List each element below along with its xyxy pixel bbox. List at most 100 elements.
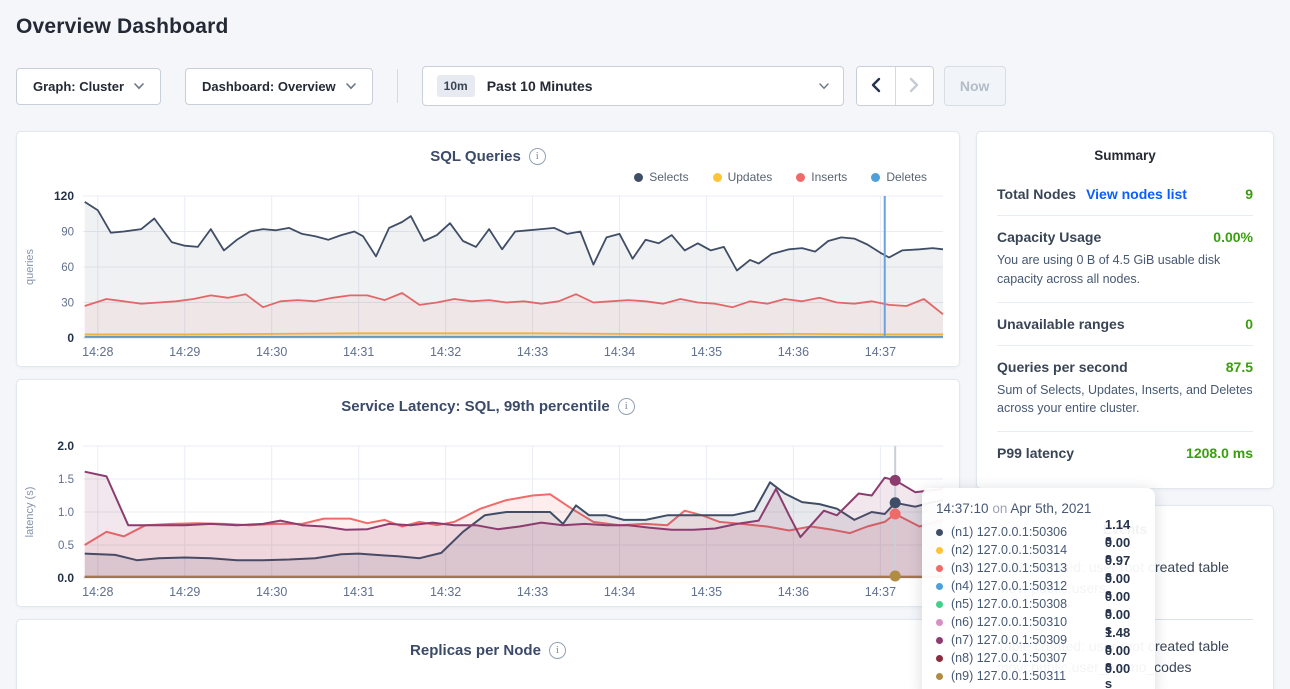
summary-value: 0.00% bbox=[1213, 229, 1253, 245]
svg-text:14:33: 14:33 bbox=[517, 585, 548, 599]
svg-text:14:28: 14:28 bbox=[82, 585, 113, 599]
graph-dropdown[interactable]: Graph: Cluster bbox=[16, 68, 161, 105]
sql-queries-chart[interactable]: 030609012014:2814:2914:3014:3114:3214:33… bbox=[19, 188, 959, 366]
info-icon[interactable] bbox=[529, 148, 546, 165]
series-dot-icon bbox=[936, 655, 943, 662]
view-nodes-link[interactable]: View nodes list bbox=[1086, 186, 1187, 202]
divider bbox=[397, 69, 398, 103]
svg-text:30: 30 bbox=[61, 298, 74, 310]
chevron-down-icon bbox=[346, 83, 356, 90]
sql-queries-title: SQL Queries bbox=[430, 148, 521, 165]
sql-queries-card: SQL Queries Selects Updates Inserts Deletes… bbox=[16, 131, 960, 367]
summary-label: Unavailable ranges bbox=[997, 316, 1125, 332]
summary-value: 9 bbox=[1245, 186, 1253, 202]
svg-text:120: 120 bbox=[54, 189, 74, 203]
legend-label: Inserts bbox=[811, 170, 847, 184]
svg-text:0: 0 bbox=[67, 331, 74, 345]
svg-text:14:35: 14:35 bbox=[691, 585, 722, 599]
chart-tooltip: 14:37:10 on Apr 5th, 2021 (n1) 127.0.0.1… bbox=[922, 488, 1155, 689]
svg-text:14:29: 14:29 bbox=[169, 345, 200, 359]
svg-text:14:36: 14:36 bbox=[778, 345, 809, 359]
svg-text:1.0: 1.0 bbox=[58, 507, 74, 519]
charts-column: SQL Queries Selects Updates Inserts Deletes… bbox=[16, 131, 960, 689]
sql-queries-legend: Selects Updates Inserts Deletes bbox=[17, 166, 959, 188]
chevron-down-icon bbox=[134, 83, 144, 90]
summary-row: Unavailable ranges 0 bbox=[997, 303, 1253, 346]
series-dot-icon bbox=[936, 547, 943, 554]
summary-desc: Sum of Selects, Updates, Inserts, and De… bbox=[997, 381, 1253, 419]
summary-title: Summary bbox=[997, 148, 1253, 163]
latency-chart[interactable]: 0.00.51.01.52.014:2814:2914:3014:3114:32… bbox=[19, 440, 959, 606]
tooltip-node-label: (n2) 127.0.0.1:50314 bbox=[951, 543, 1097, 557]
tooltip-node-label: (n3) 127.0.0.1:50313 bbox=[951, 561, 1097, 575]
dashboard-dropdown[interactable]: Dashboard: Overview bbox=[185, 68, 373, 105]
page-title: Overview Dashboard bbox=[16, 15, 1290, 39]
tooltip-node-value: 0.00 s bbox=[1105, 661, 1141, 689]
svg-text:14:30: 14:30 bbox=[256, 585, 287, 599]
svg-text:14:34: 14:34 bbox=[604, 585, 635, 599]
svg-text:14:36: 14:36 bbox=[778, 585, 809, 599]
tooltip-node-label: (n7) 127.0.0.1:50309 bbox=[951, 633, 1097, 647]
summary-row: P99 latency1208.0 ms bbox=[997, 432, 1253, 474]
svg-text:14:31: 14:31 bbox=[343, 585, 374, 599]
legend-item[interactable]: Deletes bbox=[871, 170, 927, 184]
svg-text:0.0: 0.0 bbox=[57, 571, 74, 585]
latency-card: Service Latency: SQL, 99th percentile 0.… bbox=[16, 379, 960, 607]
svg-text:14:32: 14:32 bbox=[430, 585, 461, 599]
svg-text:60: 60 bbox=[61, 262, 74, 274]
now-button[interactable]: Now bbox=[944, 66, 1006, 106]
tooltip-time: 14:37:10 bbox=[936, 501, 989, 516]
tooltip-node-label: (n9) 127.0.0.1:50311 bbox=[951, 669, 1097, 683]
time-range-label: Past 10 Minutes bbox=[487, 78, 807, 94]
latency-title: Service Latency: SQL, 99th percentile bbox=[341, 398, 609, 415]
series-dot-icon bbox=[936, 583, 943, 590]
tooltip-node-label: (n8) 127.0.0.1:50307 bbox=[951, 651, 1097, 665]
svg-text:14:35: 14:35 bbox=[691, 345, 722, 359]
svg-text:2.0: 2.0 bbox=[57, 440, 74, 453]
legend-dot-icon bbox=[634, 173, 643, 182]
time-prev-button[interactable] bbox=[857, 67, 895, 105]
legend-label: Deletes bbox=[886, 170, 927, 184]
tooltip-row: (n9) 127.0.0.1:503110.00 s bbox=[936, 667, 1141, 685]
svg-text:14:37: 14:37 bbox=[865, 345, 896, 359]
summary-label: Total Nodes bbox=[997, 186, 1076, 202]
series-dot-icon bbox=[936, 619, 943, 626]
legend-dot-icon bbox=[871, 173, 880, 182]
svg-text:14:29: 14:29 bbox=[169, 585, 200, 599]
time-step-buttons bbox=[856, 66, 934, 106]
summary-desc: You are using 0 B of 4.5 GiB usable disk… bbox=[997, 251, 1253, 289]
tooltip-node-label: (n4) 127.0.0.1:50312 bbox=[951, 579, 1097, 593]
summary-value: 0 bbox=[1245, 316, 1253, 332]
tooltip-date: Apr 5th, 2021 bbox=[1010, 501, 1091, 516]
summary-label: P99 latency bbox=[997, 445, 1074, 461]
series-dot-icon bbox=[936, 637, 943, 644]
legend-dot-icon bbox=[796, 173, 805, 182]
svg-text:14:37: 14:37 bbox=[865, 585, 896, 599]
svg-text:90: 90 bbox=[61, 227, 74, 239]
summary-row: Queries per second87.5Sum of Selects, Up… bbox=[997, 346, 1253, 433]
summary-panel: Summary Total NodesView nodes list9Capac… bbox=[976, 131, 1274, 489]
chevron-left-icon bbox=[870, 77, 881, 96]
graph-dropdown-label: Graph: Cluster bbox=[33, 79, 124, 94]
info-icon[interactable] bbox=[549, 642, 566, 659]
chevron-right-icon bbox=[909, 77, 920, 96]
chevron-down-icon bbox=[819, 83, 829, 90]
svg-text:14:28: 14:28 bbox=[82, 345, 113, 359]
time-next-button[interactable] bbox=[895, 67, 933, 105]
tooltip-header: 14:37:10 on Apr 5th, 2021 bbox=[936, 501, 1141, 516]
svg-text:queries: queries bbox=[24, 248, 36, 285]
summary-row: Total Nodes View nodes list 9 bbox=[997, 173, 1253, 216]
svg-text:1.5: 1.5 bbox=[58, 474, 74, 486]
legend-dot-icon bbox=[713, 173, 722, 182]
tooltip-node-label: (n6) 127.0.0.1:50310 bbox=[951, 615, 1097, 629]
time-range-selector[interactable]: 10m Past 10 Minutes bbox=[422, 66, 844, 106]
legend-label: Selects bbox=[649, 170, 688, 184]
info-icon[interactable] bbox=[618, 398, 635, 415]
svg-text:14:30: 14:30 bbox=[256, 345, 287, 359]
legend-item[interactable]: Inserts bbox=[796, 170, 847, 184]
svg-text:14:34: 14:34 bbox=[604, 345, 635, 359]
legend-item[interactable]: Updates bbox=[713, 170, 773, 184]
summary-value: 87.5 bbox=[1226, 359, 1253, 375]
legend-item[interactable]: Selects bbox=[634, 170, 688, 184]
controls-bar: Graph: Cluster Dashboard: Overview 10m P… bbox=[16, 66, 1290, 106]
